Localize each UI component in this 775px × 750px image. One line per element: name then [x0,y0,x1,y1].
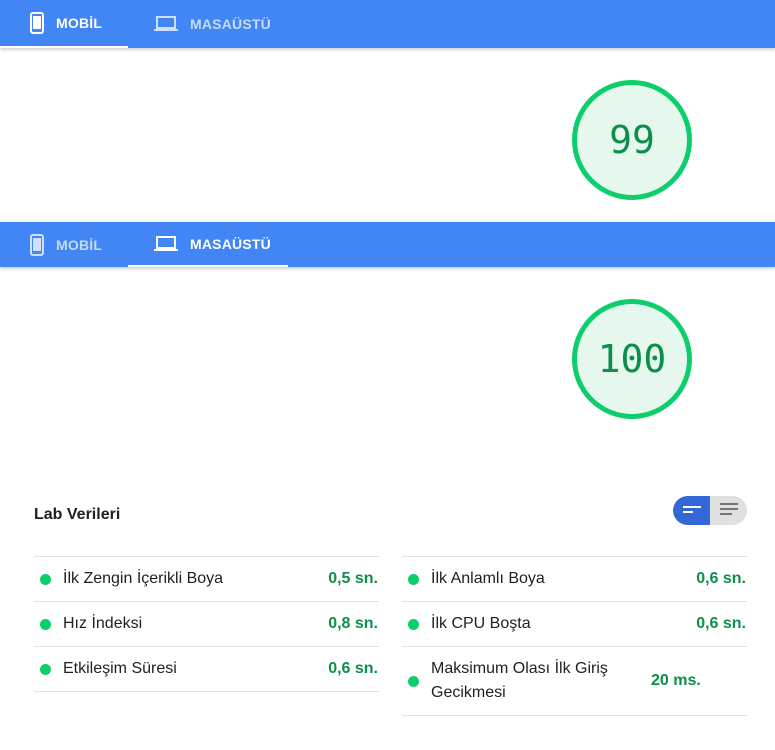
metric-value: 0,6 sn. [696,570,746,587]
tab-desktop[interactable]: MASAÜSTÜ [128,222,288,267]
metric-label: İlk CPU Boşta [431,615,531,632]
metric-row: İlk Zengin İçerikli Boya 0,5 sn. [34,557,379,602]
metric-row: Etkileşim Süresi 0,6 sn. [34,647,379,692]
performance-score-gauge-desktop: 100 [572,299,692,419]
metric-row: İlk Anlamlı Boya 0,6 sn. [402,557,747,602]
metric-label: Etkileşim Süresi [63,660,177,677]
lab-data-title: Lab Verileri [34,506,121,523]
lab-metrics-right: İlk Anlamlı Boya 0,6 sn. İlk CPU Boşta 0… [402,556,747,716]
metric-row: Hız İndeksi 0,8 sn. [34,602,379,647]
tab-bar-bottom: MOBİL MASAÜSTÜ [0,222,775,267]
score-value: 100 [597,337,667,381]
view-list-icon [719,502,738,520]
metric-value: 0,6 sn. [328,660,378,677]
pass-indicator [408,675,419,687]
tab-bar-top: MOBİL MASAÜSTÜ [0,0,775,48]
metric-label: İlk Zengin İçerikli Boya [63,570,224,587]
metric-label: İlk Anlamlı Boya [431,570,545,587]
pass-indicator [40,618,51,630]
tab-mobile[interactable]: MOBİL [0,0,128,48]
pass-indicator [40,663,51,675]
phone-icon [30,12,44,34]
tab-mobile-label: MOBİL [56,15,103,31]
pass-indicator [408,573,419,585]
tab-mobile[interactable]: MOBİL [0,222,128,267]
metric-value: 0,5 sn. [328,570,378,587]
view-toggle [673,496,747,525]
tab-desktop-label: MASAÜSTÜ [190,16,271,32]
tab-mobile-label: MOBİL [56,236,103,253]
phone-icon [30,233,44,256]
laptop-icon [154,235,178,252]
metric-value: 0,8 sn. [328,615,378,632]
metric-value: 0,6 sn. [696,615,746,632]
metric-row: Maksimum Olası İlk Giriş Gecikmesi 20 ms… [402,647,747,716]
score-value: 99 [609,118,655,162]
view-compact-toggle[interactable] [673,496,710,525]
view-compact-icon [682,502,701,520]
performance-score-gauge-mobile: 99 [572,80,692,200]
lab-metrics-left: İlk Zengin İçerikli Boya 0,5 sn. Hız İnd… [34,556,379,692]
view-list-toggle[interactable] [710,496,747,525]
metric-label: Hız İndeksi [63,615,143,632]
metric-row: İlk CPU Boşta 0,6 sn. [402,602,747,647]
metric-label: Maksimum Olası İlk Giriş Gecikmesi [431,660,608,701]
pass-indicator [40,573,51,585]
tab-desktop-label: MASAÜSTÜ [190,235,271,252]
metric-value: 20 ms. [651,672,701,689]
pass-indicator [408,618,419,630]
laptop-icon [154,16,178,32]
tab-desktop[interactable]: MASAÜSTÜ [128,0,288,48]
